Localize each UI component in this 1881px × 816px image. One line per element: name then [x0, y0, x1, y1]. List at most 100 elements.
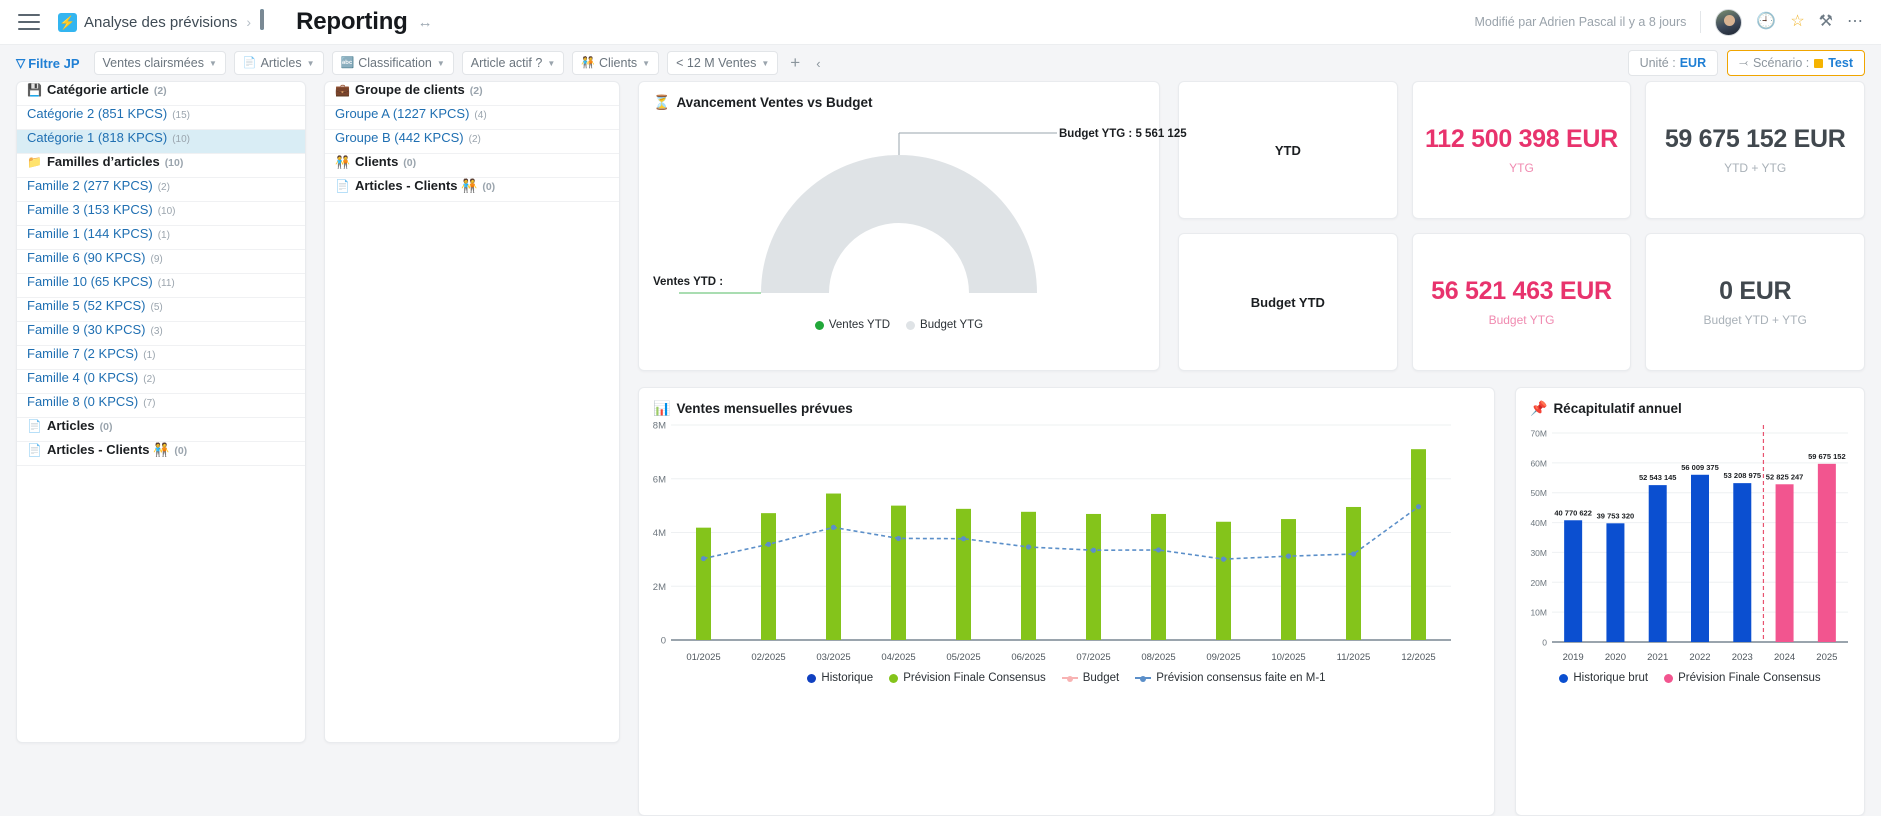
scenario-selector[interactable]: ⤙ Scénario : Test [1727, 50, 1865, 76]
favorite-star-icon[interactable]: ☆ [1790, 14, 1804, 30]
y-axis-tick-label: 8M [653, 421, 666, 432]
tree-leaf-row[interactable]: Famille 6 (90 KPCS) (9) [17, 250, 305, 274]
tree-group-row[interactable]: 📄 Articles - Clients 🧑‍🤝‍🧑 (0) [325, 178, 619, 202]
unit-selector[interactable]: Unité : EUR [1627, 50, 1719, 76]
pin-icon: 📌 [1530, 400, 1548, 416]
legend-label: Prévision Finale Consensus [1678, 672, 1821, 684]
line-point [895, 535, 902, 542]
tree-group-row[interactable]: 🧑‍🤝‍🧑 Clients (0) [325, 154, 619, 178]
nav-arrows-icon[interactable]: ↔ [418, 14, 434, 31]
tree-node-label: Groupe de clients [354, 82, 465, 97]
tree-leaf-row[interactable]: Catégorie 2 (851 KPCS) (15) [17, 106, 305, 130]
tree-node-count: (2) [469, 85, 483, 97]
tree-node-superscript: (10) [172, 134, 190, 145]
chevron-down-icon: ▼ [208, 58, 217, 68]
y-axis-tick-label: 4M [653, 528, 666, 539]
legend-item[interactable]: Prévision consensus faite en M-1 [1135, 672, 1326, 684]
bar [1151, 513, 1166, 640]
tree-leaf-row[interactable]: Famille 10 (65 KPCS) (11) [17, 274, 305, 298]
tree-leaf-row[interactable]: Famille 7 (2 KPCS) (1) [17, 346, 305, 370]
tree-group-row[interactable]: 📁 Familles d’articles (10) [17, 154, 305, 178]
line-point [1025, 544, 1032, 550]
tree-leaf-row[interactable]: Famille 2 (277 KPCS) (2) [17, 178, 305, 202]
tree-leaf-row[interactable]: Famille 3 (153 KPCS) (10) [17, 202, 305, 226]
tree-node-superscript: (1) [157, 230, 170, 241]
tree-node-label: Famille 9 (30 KPCS) [27, 322, 146, 337]
line-point [830, 524, 837, 530]
legend-line-icon [1135, 676, 1152, 682]
menu-icon[interactable] [18, 14, 40, 30]
line-point [1350, 551, 1357, 557]
tree-node-count: (0) [174, 445, 188, 457]
annual-chart-legend: Historique brut Prévision Finale Consensu… [1516, 672, 1864, 684]
legend-label: Historique [821, 672, 874, 684]
legend-label: Prévision consensus faite en M-1 [1156, 672, 1326, 684]
tree-node-superscript: (4) [474, 110, 487, 121]
legend-swatch-icon [1664, 673, 1674, 683]
chevron-down-icon: ▼ [547, 58, 556, 68]
scenario-prefix-label: Scénario : [1752, 56, 1810, 70]
tree-leaf-row[interactable]: Famille 9 (30 KPCS) (3) [17, 322, 305, 346]
chevron-down-icon: ▼ [642, 58, 651, 68]
legend-item[interactable]: Prévision Finale Consensus [1664, 672, 1821, 684]
dashboard-icon [260, 9, 286, 33]
kpi-sublabel: Budget YTG [1488, 313, 1555, 327]
legend-item-ventes-ytd[interactable]: Ventes YTD [814, 319, 890, 331]
filter-chip-articles[interactable]: 📄 Articles ▼ [233, 51, 324, 75]
filter-chip-classification[interactable]: 🔤 Classification ▼ [331, 51, 454, 75]
tree-leaf-row[interactable]: Famille 8 (0 KPCS) (7) [17, 394, 305, 418]
history-icon[interactable]: 🕘 [1756, 14, 1776, 30]
more-options-icon[interactable]: ⋯ [1847, 14, 1863, 30]
filter-chip-ventes-clairsmees[interactable]: Ventes clairsmées ▼ [93, 51, 226, 75]
filter-chip-label: Articles [260, 56, 302, 70]
x-axis-tick-label: 06/2025 [1011, 652, 1045, 663]
clients-icon: 🧑‍🤝‍🧑 [581, 56, 595, 69]
tree-node-label: Clients [354, 154, 399, 169]
legend-item[interactable]: Historique [807, 672, 873, 684]
kpi-value: 112 500 398 EUR [1425, 125, 1618, 153]
tree-group-row[interactable]: 📄 Articles (0) [17, 418, 305, 442]
tree-leaf-row[interactable]: Famille 1 (144 KPCS) (1) [17, 226, 305, 250]
gauge-legend: Ventes YTD Budget YTG [639, 319, 1159, 331]
filter-chip-clients[interactable]: 🧑‍🤝‍🧑 Clients ▼ [572, 51, 660, 75]
tree-node-superscript: (2) [157, 182, 170, 193]
tree-group-row[interactable]: 💼 Groupe de clients (2) [325, 82, 619, 106]
funnel-icon: ▽ [16, 56, 26, 70]
gauge-card: ⏳ Avancement Ventes vs Budget Budget YTG… [638, 81, 1187, 371]
avatar[interactable] [1715, 8, 1743, 36]
filter-chip-article-actif[interactable]: Article actif ? ▼ [461, 51, 565, 75]
y-axis-tick-label: 10M [1530, 608, 1547, 618]
x-axis-tick-label: 02/2025 [751, 652, 785, 663]
collapse-filters-icon[interactable]: ‹ [812, 56, 824, 71]
tree-leaf-row[interactable]: Famille 5 (52 KPCS) (5) [17, 298, 305, 322]
tree-group-row[interactable]: 💾 Catégorie article (2) [17, 82, 305, 106]
tree-node-icon: 📄 [27, 443, 42, 457]
tree-leaf-row[interactable]: Famille 4 (0 KPCS) (2) [17, 370, 305, 394]
gauge-card-title: ⏳ Avancement Ventes vs Budget [639, 82, 1159, 111]
add-filter-icon[interactable]: + [786, 53, 804, 73]
client-tree-panel: 💼 Groupe de clients (2) Groupe A (1227 KPCS… [324, 81, 620, 743]
legend-item[interactable]: Budget [1061, 672, 1119, 684]
breadcrumb-app[interactable]: Analyse des prévisions [84, 14, 237, 31]
legend-label: Historique brut [1573, 672, 1649, 684]
kpi-card-ytd: YTD [1178, 81, 1398, 219]
filter-chip-12m-ventes[interactable]: < 12 M Ventes ▼ [667, 51, 779, 75]
tree-leaf-row[interactable]: Groupe A (1227 KPCS) (4) [325, 106, 619, 130]
tree-node-label: Famille 6 (90 KPCS) [27, 250, 146, 265]
x-axis-tick-label: 10/2025 [1271, 652, 1305, 663]
legend-item[interactable]: Historique brut [1559, 672, 1648, 684]
bar [1216, 521, 1231, 640]
bar [1086, 513, 1101, 640]
tree-group-row[interactable]: 📄 Articles - Clients 🧑‍🤝‍🧑 (0) [17, 442, 305, 466]
y-axis-tick-label: 2M [653, 582, 666, 593]
filter-title[interactable]: ▽ Filtre JP [16, 56, 80, 71]
abc-icon: 🔤 [340, 56, 355, 69]
legend-item-budget-ytg[interactable]: Budget YTG [906, 319, 983, 331]
filter-chip-label: Ventes clairsmées [102, 56, 204, 70]
tree-leaf-row[interactable]: Groupe B (442 KPCS) (2) [325, 130, 619, 154]
monthly-chart-card: 📊 Ventes mensuelles prévues 0 2M 4M 6M 8M 01/… [638, 387, 1495, 816]
tools-icon[interactable]: ⚒ [1819, 14, 1833, 30]
tree-leaf-row[interactable]: Catégorie 1 (818 KPCS) (10) [17, 130, 305, 154]
legend-item[interactable]: Prévision Finale Consensus [889, 672, 1046, 684]
tree-node-label: Articles - Clients 🧑‍🤝‍🧑 [354, 178, 478, 193]
